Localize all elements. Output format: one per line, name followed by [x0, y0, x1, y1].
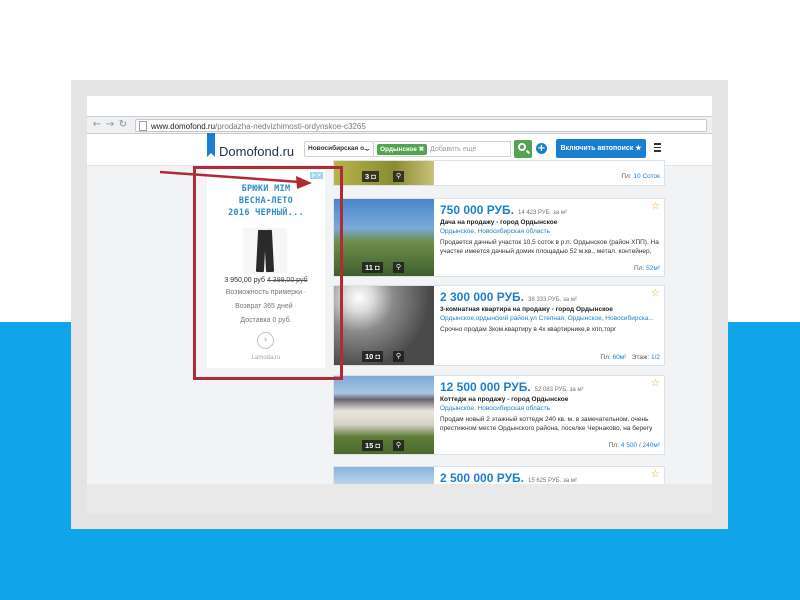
floor-label: Этаж: — [631, 354, 650, 361]
price-per-sqm: 52 083 РУБ. за м² — [534, 387, 584, 393]
area-value: 10 Соток — [633, 173, 660, 180]
photo-count: 15 — [365, 441, 374, 450]
listing-card[interactable]: 15 ◘ ⚲ 12 500 000 РУБ. 52 083 РУБ. за м² … — [333, 375, 665, 455]
listing-card[interactable]: 11 ◘ ⚲ 750 000 РУБ. 14 423 РУБ. за м² ☆ Д… — [333, 198, 665, 277]
listing-description: Продается дачный участок 10,5 соток в р.… — [440, 239, 659, 255]
photo-count: 3 — [365, 172, 370, 181]
listing-area: Пл: 10 Соток — [621, 173, 660, 181]
listing-location[interactable]: Ордынское,ордынский район,ул Степная, Ор… — [440, 315, 662, 323]
area-label: Пл: — [600, 354, 611, 361]
url-host: www.domofond.ru — [151, 122, 216, 131]
annotation-highlight-box — [193, 166, 343, 380]
location-tag-label: Ордынское — [380, 146, 417, 153]
photo-count-badge: 15 ◘ — [362, 440, 383, 451]
browser-tabstrip — [87, 96, 712, 116]
browser-screenshot: ← → ↻ www.domofond.ru/prodazha-nedvizhim… — [87, 96, 712, 514]
region-select-value: Новосибирская о... — [308, 145, 370, 152]
area-value: 4 500 / 240м² — [620, 442, 660, 449]
photo-count-badge: 3 ◘ — [362, 171, 379, 182]
price-value: 750 000 РУБ. — [440, 203, 514, 217]
back-arrow-icon[interactable]: ← — [91, 119, 103, 131]
floor-value: 1/2 — [650, 354, 660, 361]
camera-icon: ◘ — [375, 263, 380, 272]
listing-area: Пл: 4 500 / 240м² — [609, 442, 660, 450]
forward-arrow-icon[interactable]: → — [104, 119, 116, 131]
logo-flag-icon — [207, 133, 215, 157]
camera-icon: ◘ — [375, 441, 380, 450]
listing-price[interactable]: 12 500 000 РУБ. 52 083 РУБ. за м² — [440, 380, 584, 397]
photo-count: 11 — [365, 263, 373, 272]
autosearch-button[interactable]: Включить автопоиск ★ — [556, 139, 646, 158]
listing-area-floor: Пл: 60м² Этаж: 1/2 — [600, 354, 660, 362]
add-filter-button[interactable]: + — [536, 143, 547, 154]
camera-icon: ◘ — [375, 352, 380, 361]
listing-card[interactable]: 10 ◘ ⚲ 2 300 000 РУБ. 38 333 РУБ. за м² ☆… — [333, 285, 665, 366]
price-per-sqm: 38 333 РУБ. за м² — [528, 297, 577, 303]
url-path: /prodazha-nedvizhimosti-ordynskoe-c3265 — [215, 122, 366, 131]
photo-count: 10 — [365, 352, 374, 361]
area-label: Пл: — [608, 442, 620, 449]
listing-title[interactable]: Коттедж на продажу - город Ордынское — [440, 396, 568, 404]
photo-count-badge: 10 ◘ — [362, 351, 383, 362]
favorite-star-icon[interactable]: ☆ — [651, 202, 660, 212]
listing-description: Продам новый 2 этажный коттедж 240 кв. м… — [440, 416, 653, 432]
location-placeholder: Добавить еще — [430, 146, 477, 153]
area-value: 52м² — [646, 265, 660, 272]
listing-photo[interactable]: 3 ◘ ⚲ — [334, 161, 434, 185]
listing-card[interactable]: 3 ◘ ⚲ Пл: 10 Соток — [333, 160, 665, 186]
browser-toolbar: ← → ↻ www.domofond.ru/prodazha-nedvizhim… — [87, 116, 712, 134]
favorite-star-icon[interactable]: ☆ — [651, 470, 660, 480]
price-value: 2 500 000 РУБ. — [440, 471, 524, 485]
page-content: ⊳✕ БРЮКИ MIM ВЕСНА-ЛЕТО 2016 ЧЕРНЫЙ... 3… — [87, 160, 712, 514]
page-icon — [139, 121, 147, 131]
logo-text: Domofond.ru — [219, 144, 295, 159]
listing-location[interactable]: Ордынское, Новосибирская область — [440, 405, 662, 413]
search-button[interactable] — [514, 140, 532, 158]
favorite-star-icon[interactable]: ☆ — [651, 379, 660, 389]
search-icon — [518, 143, 526, 151]
page-bottom-strip — [87, 484, 712, 514]
area-label: Пл: — [634, 265, 645, 272]
hamburger-menu-icon[interactable] — [654, 143, 661, 152]
area-label: Пл: — [621, 173, 632, 180]
listing-price[interactable]: 2 300 000 РУБ. 38 333 РУБ. за м² — [440, 290, 577, 307]
address-bar[interactable]: www.domofond.ru/prodazha-nedvizhimosti-o… — [135, 119, 707, 132]
price-per-sqm: 14 423 РУБ. за м² — [517, 210, 567, 216]
listing-photo[interactable]: 10 ◘ ⚲ — [334, 286, 434, 365]
photo-count-badge: 11 ◘ — [362, 262, 383, 273]
address-url: www.domofond.ru/prodazha-nedvizhimosti-o… — [151, 121, 366, 132]
listing-photo[interactable]: 15 ◘ ⚲ — [334, 376, 434, 454]
favorite-star-icon[interactable]: ☆ — [651, 289, 660, 299]
chevron-down-icon: ⌄ — [364, 145, 370, 153]
listing-location[interactable]: Ордынское, Новосибирская область — [440, 228, 662, 236]
listing-title[interactable]: Дача на продажу - город Ордынское — [440, 219, 557, 227]
reload-icon[interactable]: ↻ — [117, 119, 129, 131]
listing-description: Срочно продам 3ком.квартиру в 4х квартир… — [440, 326, 617, 333]
map-pin-icon[interactable]: ⚲ — [393, 262, 404, 273]
listing-area: Пл: 52м² — [634, 265, 660, 273]
location-tag[interactable]: Ордынское ✖ — [377, 144, 428, 155]
listing-price[interactable]: 750 000 РУБ. 14 423 РУБ. за м² — [440, 203, 567, 220]
region-select[interactable]: Новосибирская о... ⌄ — [304, 141, 374, 157]
listing-photo[interactable]: 11 ◘ ⚲ — [334, 199, 434, 276]
area-value: 60м² — [612, 354, 627, 361]
camera-icon: ◘ — [371, 172, 376, 181]
map-pin-icon[interactable]: ⚲ — [393, 351, 404, 362]
price-value: 12 500 000 РУБ. — [440, 380, 531, 394]
listing-title[interactable]: 3-комнатная квартира на продажу - город … — [440, 306, 613, 314]
map-pin-icon[interactable]: ⚲ — [393, 440, 404, 451]
location-input[interactable]: Ордынское ✖ Добавить еще — [374, 141, 511, 157]
tag-remove-icon[interactable]: ✖ — [419, 146, 424, 153]
map-pin-icon[interactable]: ⚲ — [393, 171, 404, 182]
price-value: 2 300 000 РУБ. — [440, 290, 524, 304]
